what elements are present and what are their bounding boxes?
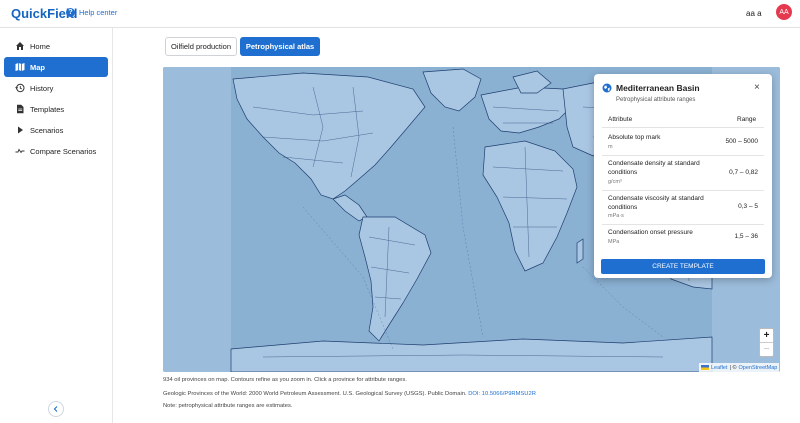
source-text: Geologic Provinces of the World: 2000 Wo…	[163, 391, 467, 397]
sidebar-item-compare-scenarios[interactable]: Compare Scenarios	[4, 141, 108, 161]
panel-subtitle: Petrophysical attribute ranges	[616, 97, 696, 103]
map-icon	[15, 62, 25, 72]
attribute-range: 500 – 5000	[725, 138, 758, 145]
source-caption: Geologic Provinces of the World: 2000 Wo…	[163, 391, 536, 397]
attribute-row: Absolute top mark m 500 – 5000	[602, 127, 764, 155]
attribute-unit: MPa	[608, 239, 620, 245]
doi-link[interactable]: DOI: 10.5066/P9RMSU2R	[468, 391, 536, 397]
top-bar: QuickField ? Help center aa a AA	[0, 0, 800, 28]
help-center-label: Help center	[79, 8, 118, 17]
zoom-out-button[interactable]: −	[760, 343, 773, 356]
map-caption: 934 oil provinces on map. Contours refin…	[163, 377, 407, 383]
attribute-row: Condensate density at standard condition…	[602, 155, 764, 190]
attribute-row: Condensation onset pressure MPa 1,5 – 36	[602, 224, 764, 250]
document-icon	[15, 104, 25, 114]
sidebar-item-label: Home	[30, 41, 51, 51]
play-icon	[15, 125, 25, 135]
estimate-note: Note: petrophysical attribute ranges are…	[163, 403, 293, 409]
sidebar-item-label: Scenarios	[30, 125, 64, 135]
column-header-range: Range	[737, 116, 757, 123]
globe-icon	[602, 83, 612, 93]
province-info-panel: Mediterranean Basin × Petrophysical attr…	[594, 74, 772, 278]
panel-title: Mediterranean Basin	[616, 83, 700, 93]
attribute-name: Condensate viscosity at standard conditi…	[608, 195, 704, 211]
attribution-separator: | ©	[729, 364, 737, 371]
sidebar: Home Map History Templates Scenarios Com…	[0, 28, 113, 423]
tab-petrophysical-atlas[interactable]: Petrophysical atlas	[240, 37, 320, 56]
ukraine-flag-icon	[701, 365, 709, 370]
zoom-control: + −	[759, 328, 774, 357]
tab-oilfield-production[interactable]: Oilfield production	[165, 37, 237, 56]
sidebar-item-scenarios[interactable]: Scenarios	[4, 120, 108, 140]
home-icon	[15, 41, 25, 51]
attribute-range: 0,3 – 5	[738, 203, 758, 210]
help-icon: ?	[66, 8, 75, 17]
sidebar-item-history[interactable]: History	[4, 78, 108, 98]
create-template-button[interactable]: CREATE TEMPLATE	[601, 259, 765, 274]
attribute-range: 0,7 – 0,82	[729, 169, 758, 176]
column-header-attribute: Attribute	[608, 116, 633, 123]
compare-icon	[15, 146, 25, 156]
sidebar-item-home[interactable]: Home	[4, 36, 108, 56]
close-icon[interactable]: ×	[754, 82, 760, 93]
sidebar-item-map[interactable]: Map	[4, 57, 108, 77]
chevron-left-icon	[53, 406, 58, 412]
attribute-name: Condensate density at standard condition…	[608, 160, 700, 176]
avatar[interactable]: AA	[776, 4, 792, 20]
sidebar-item-label: History	[30, 83, 54, 93]
sidebar-item-templates[interactable]: Templates	[4, 99, 108, 119]
zoom-in-button[interactable]: +	[760, 329, 773, 343]
attribute-name: Absolute top mark	[608, 134, 661, 141]
attribute-unit: mPa·s	[608, 213, 624, 219]
help-center-link[interactable]: ? Help center	[66, 8, 117, 17]
sidebar-item-label: Compare Scenarios	[30, 146, 97, 156]
leaflet-link[interactable]: Leaflet	[711, 365, 728, 371]
attribute-unit: m	[608, 144, 613, 150]
attribute-range: 1,5 – 36	[734, 233, 759, 240]
openstreetmap-link[interactable]: OpenStreetMap	[739, 365, 778, 371]
attribute-unit: g/cm³	[608, 179, 622, 185]
sidebar-item-label: Templates	[30, 104, 65, 114]
history-icon	[15, 83, 25, 93]
user-name: aa a	[746, 9, 762, 18]
attribute-row: Condensate viscosity at standard conditi…	[602, 190, 764, 224]
map-attribution: Leaflet | © OpenStreetMap	[699, 363, 780, 372]
collapse-sidebar-button[interactable]	[48, 401, 64, 417]
attribute-name: Condensation onset pressure	[608, 229, 693, 236]
sidebar-item-label: Map	[30, 62, 45, 72]
